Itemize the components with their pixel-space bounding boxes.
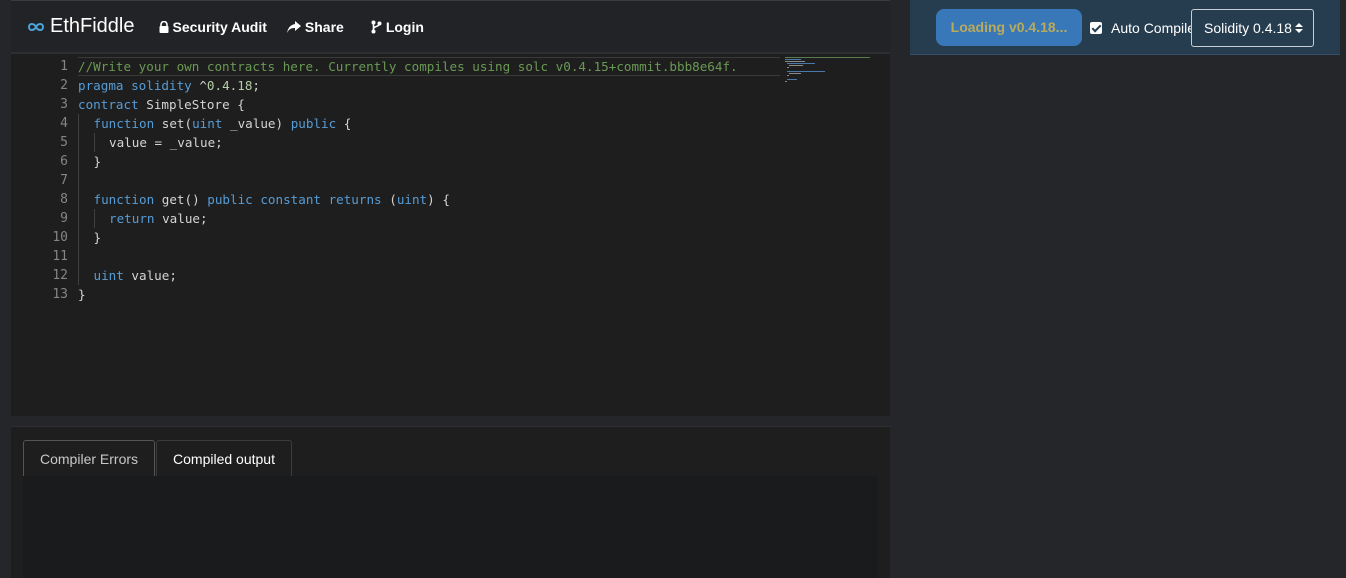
indent-guide xyxy=(78,114,79,133)
keyword-token: return xyxy=(109,211,155,226)
share-icon xyxy=(286,20,301,33)
security-audit-link[interactable]: Security Audit xyxy=(159,19,267,35)
navbar: EthFiddle Security Audit Share Login xyxy=(11,0,890,52)
indent-guide xyxy=(78,152,79,171)
auto-compile-toggle[interactable]: Auto Compile xyxy=(1090,20,1195,36)
code-token: ) { xyxy=(427,192,450,207)
left-panel: EthFiddle Security Audit Share Login 1 2… xyxy=(0,0,900,578)
keyword-token: pragma solidity xyxy=(78,78,192,93)
indent-guide xyxy=(78,133,79,152)
indent-guide xyxy=(78,266,79,285)
code-line-4: function set(uint _value) public { xyxy=(78,114,780,133)
line-number: 9 xyxy=(60,211,68,226)
line-number: 2 xyxy=(60,78,68,93)
indent-guide xyxy=(93,133,95,152)
brand-name: EthFiddle xyxy=(50,15,135,37)
code-token: value; xyxy=(154,211,208,226)
tab-compiled-output[interactable]: Compiled output xyxy=(156,440,292,476)
compiler-errors-content xyxy=(23,476,878,578)
code-token: SimpleStore { xyxy=(138,97,245,112)
share-link[interactable]: Share xyxy=(286,18,344,35)
code-token: value = _value; xyxy=(109,135,223,150)
code-line-12: uint value; xyxy=(78,266,780,285)
code-line-2: pragma solidity ^0.4.18; xyxy=(78,76,780,95)
code-token: value; xyxy=(123,268,177,283)
code-token: { xyxy=(336,116,352,131)
keyword-token: uint xyxy=(396,192,428,207)
code-line-11 xyxy=(78,247,780,266)
compiler-version-select[interactable]: Solidity 0.4.18 xyxy=(1191,9,1314,47)
editor-minimap[interactable] xyxy=(783,56,873,86)
compile-toolbar: Loading v0.4.18... Auto Compile Solidity… xyxy=(910,0,1340,55)
indent-guide xyxy=(78,209,79,228)
login-label: Login xyxy=(385,18,424,35)
brand[interactable]: EthFiddle xyxy=(27,15,135,38)
line-number: 6 xyxy=(60,154,68,169)
code-token: _value) xyxy=(222,116,291,131)
code-token: ; xyxy=(252,78,260,93)
keyword-token: contract xyxy=(78,97,139,112)
code-line-9: return value; xyxy=(78,209,780,228)
code-line-6: } xyxy=(78,152,780,171)
line-number: 12 xyxy=(52,268,68,283)
line-number: 7 xyxy=(60,173,68,188)
keyword-token: public xyxy=(290,116,337,131)
line-number: 1 xyxy=(60,59,68,74)
code-lines[interactable]: //Write your own contracts here. Current… xyxy=(78,57,780,304)
code-token: } xyxy=(93,230,102,245)
keyword-token: public constant returns xyxy=(207,192,382,207)
output-panel: Compiler Errors Compiled output xyxy=(11,426,890,578)
login-link[interactable]: Login xyxy=(371,19,424,35)
code-line-13: } xyxy=(78,285,780,304)
code-token: set( xyxy=(154,116,193,131)
keyword-token: function xyxy=(93,192,155,207)
auto-compile-label: Auto Compile xyxy=(1111,20,1196,36)
code-line-3: contract SimpleStore { xyxy=(78,95,780,114)
line-number-gutter: 1 2 3 4 5 6 7 8 9 10 11 12 13 xyxy=(11,54,73,304)
line-number: 5 xyxy=(60,135,68,150)
code-line-7 xyxy=(78,171,780,190)
line-number: 13 xyxy=(52,287,68,302)
lock-icon xyxy=(159,20,168,33)
keyword-token: uint xyxy=(93,268,124,283)
indent-guide xyxy=(78,171,79,190)
code-editor[interactable]: 1 2 3 4 5 6 7 8 9 10 11 12 13 //Write yo… xyxy=(11,52,890,416)
indent-guide xyxy=(78,247,79,266)
code-token: get() xyxy=(154,192,208,207)
line-number: 11 xyxy=(52,249,68,264)
share-label: Share xyxy=(304,18,344,35)
git-branch-icon xyxy=(371,20,382,33)
number-token: 0.4.18 xyxy=(206,78,253,93)
line-number: 8 xyxy=(60,192,68,207)
code-line-8: function get() public constant returns (… xyxy=(78,190,780,209)
code-token: ( xyxy=(381,192,397,207)
ethfiddle-logo-icon xyxy=(27,22,45,31)
indent-guide xyxy=(78,190,79,209)
keyword-token: uint xyxy=(192,116,223,131)
keyword-token: function xyxy=(93,116,155,131)
line-number: 10 xyxy=(52,230,68,245)
code-token: } xyxy=(93,154,102,169)
compiler-version-value: Solidity 0.4.18 xyxy=(1204,20,1292,36)
code-token: ^ xyxy=(191,78,207,93)
auto-compile-checkbox[interactable] xyxy=(1090,22,1102,34)
security-audit-label: Security Audit xyxy=(172,18,267,35)
tab-compiler-errors[interactable]: Compiler Errors xyxy=(23,440,156,476)
indent-guide xyxy=(93,209,95,228)
comment-token: //Write your own contracts here. Current… xyxy=(78,59,738,74)
code-line-5: value = _value; xyxy=(78,133,780,152)
code-line-10: } xyxy=(78,228,780,247)
line-number: 3 xyxy=(60,97,68,112)
indent-guide xyxy=(78,228,79,247)
select-arrows-icon xyxy=(1295,23,1303,33)
code-token: } xyxy=(78,287,86,302)
code-line-1: //Write your own contracts here. Current… xyxy=(78,57,780,76)
output-tabs: Compiler Errors Compiled output xyxy=(23,440,292,476)
compile-loading-button[interactable]: Loading v0.4.18... xyxy=(936,9,1082,46)
line-number: 4 xyxy=(60,116,68,131)
